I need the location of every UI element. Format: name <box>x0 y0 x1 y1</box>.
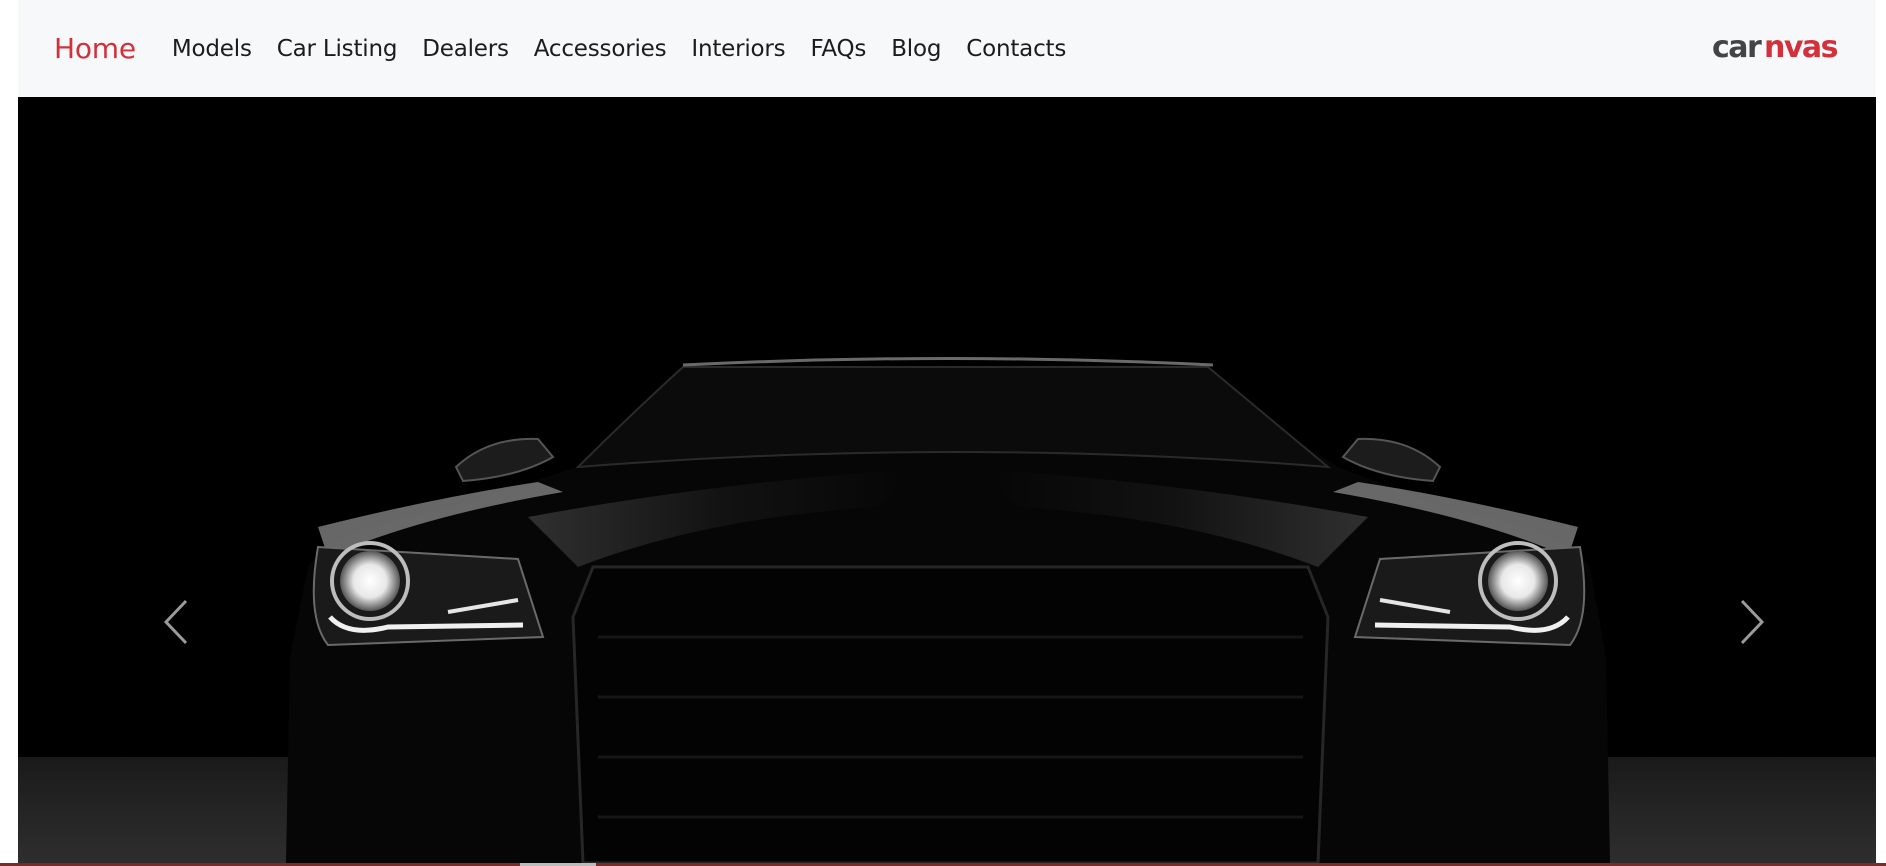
main-nav: Home Models Car Listing Dealers Accessor… <box>54 0 1091 97</box>
car-front-image <box>18 357 1876 863</box>
canvas-logo-mark: car nvas <box>1712 30 1839 65</box>
nav-item-blog[interactable]: Blog <box>891 36 941 62</box>
svg-text:car: car <box>1712 30 1762 65</box>
slider-prev-button[interactable] <box>156 595 196 649</box>
page: Home Models Car Listing Dealers Accessor… <box>0 0 1886 866</box>
nav-item-faqs[interactable]: FAQs <box>810 36 866 62</box>
chevron-left-icon <box>163 599 188 645</box>
nav-item-home[interactable]: Home <box>54 32 136 65</box>
chevron-right-icon <box>1740 599 1765 645</box>
hero-slider <box>18 97 1876 863</box>
slider-next-button[interactable] <box>1732 595 1772 649</box>
svg-text:nvas: nvas <box>1764 30 1838 65</box>
nav-item-contacts[interactable]: Contacts <box>966 36 1066 62</box>
nav-item-dealers[interactable]: Dealers <box>422 36 509 62</box>
nav-item-models[interactable]: Models <box>172 36 252 62</box>
nav-item-accessories[interactable]: Accessories <box>534 36 667 62</box>
site-logo[interactable]: car nvas <box>1712 30 1840 65</box>
nav-item-interiors[interactable]: Interiors <box>691 36 785 62</box>
site-header: Home Models Car Listing Dealers Accessor… <box>18 0 1876 97</box>
nav-item-car-listing[interactable]: Car Listing <box>277 36 398 62</box>
